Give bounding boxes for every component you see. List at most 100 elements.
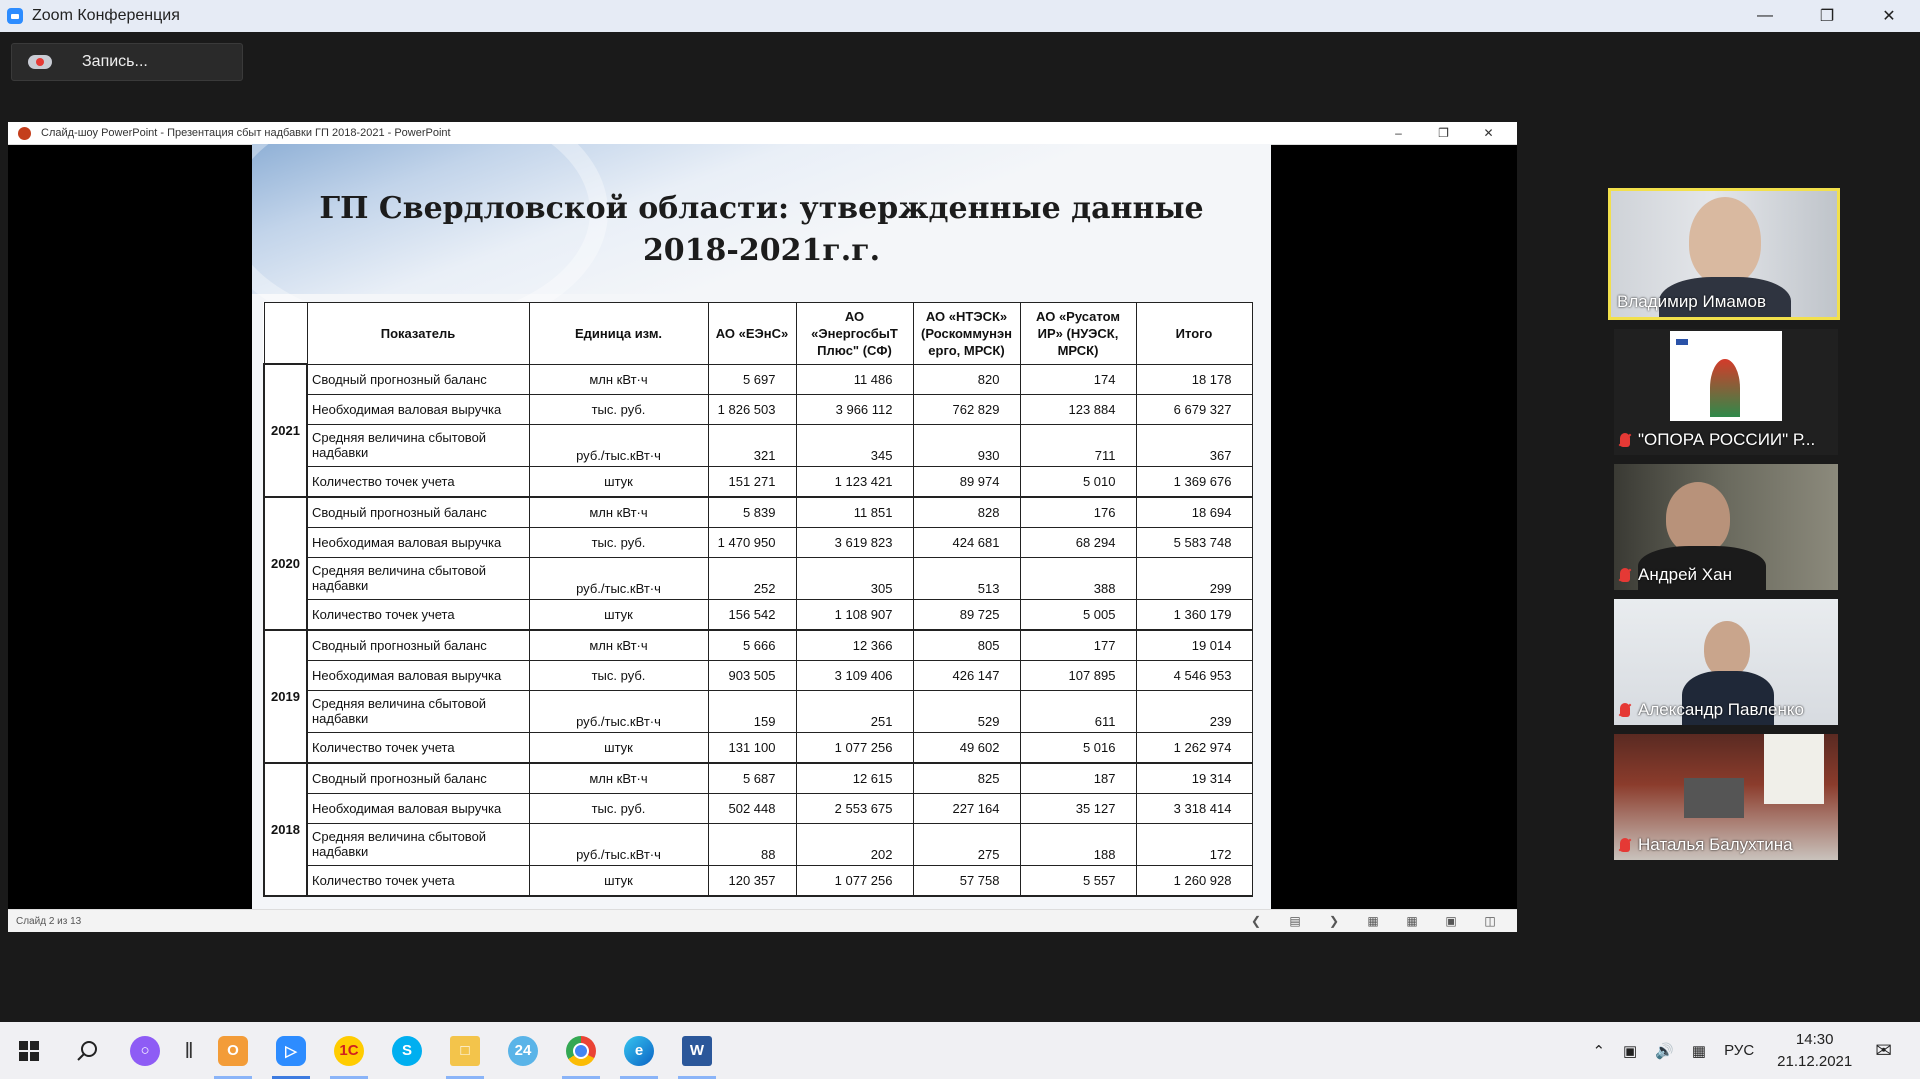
- slide-sorter-icon[interactable]: ▦: [1399, 914, 1425, 928]
- unit-cell: млн кВт·ч: [528, 762, 709, 794]
- participant-tile[interactable]: Наталья Балухтина: [1614, 734, 1838, 860]
- restore-icon[interactable]: ❐: [1796, 0, 1858, 32]
- value-cell: 202: [795, 822, 914, 866]
- unit-cell: штук: [528, 598, 709, 631]
- indicator-cell: Необходимая валовая выручка: [306, 393, 530, 425]
- slide-counter: Слайд 2 из 13: [16, 915, 82, 927]
- powerpoint-icon: [18, 126, 31, 140]
- language-indicator[interactable]: РУС: [1724, 1042, 1754, 1059]
- table-header-row: Показатель Единица изм. АО «ЕЭнС» АО «Эн…: [263, 302, 1253, 365]
- record-label: Запись...: [82, 53, 148, 70]
- value-cell: 321: [707, 423, 797, 467]
- table-row: 2021 Сводный прогнозный баланс млн кВт·ч 5 …: [263, 363, 1253, 498]
- value-cell: 57 758: [912, 864, 1021, 897]
- slideshow-controls: ❮ ▤ ❯ ▦ ▦ ▣ ◫: [1230, 910, 1503, 932]
- start-icon[interactable]: [0, 1022, 58, 1079]
- indicator-cell: Количество точек учета: [306, 598, 530, 631]
- volume-icon[interactable]: 🔊: [1655, 1042, 1674, 1060]
- chrome-icon[interactable]: [552, 1022, 610, 1079]
- system-tray: ⌃ ▣ 🔊 ▦ РУС 14:30 21.12.2021 ✉: [1583, 1022, 1920, 1079]
- minimize-icon[interactable]: —: [1734, 0, 1796, 32]
- ppt-restore-icon[interactable]: ❐: [1421, 122, 1466, 144]
- file-explorer-icon[interactable]: □: [436, 1022, 494, 1079]
- value-cell: 3 966 112: [795, 393, 914, 425]
- unit-cell: руб./тыс.кВт·ч: [528, 689, 709, 733]
- cloud-record-icon: [28, 53, 52, 71]
- unit-cell: млн кВт·ч: [528, 629, 709, 661]
- value-cell: 3 109 406: [795, 659, 914, 691]
- skype-icon[interactable]: S: [378, 1022, 436, 1079]
- value-cell: 187: [1019, 762, 1137, 794]
- 24-icon[interactable]: 24: [494, 1022, 552, 1079]
- table-header: АО «НТЭСК» (Роскоммунэн ерго, МРСК): [912, 302, 1021, 365]
- muted-mic-icon: [1620, 703, 1630, 717]
- normal-view-icon[interactable]: ▦: [1360, 914, 1386, 928]
- value-cell: 426 147: [912, 659, 1021, 691]
- value-cell: 5 010: [1019, 465, 1137, 498]
- table-row: Количество точек учета штук 151 271 1 123 4…: [264, 465, 1253, 498]
- reading-view-icon[interactable]: ▣: [1438, 914, 1464, 928]
- value-cell: 1 260 928: [1135, 864, 1253, 897]
- table-header-year: [263, 302, 308, 365]
- value-cell: 611: [1019, 689, 1137, 733]
- search-icon[interactable]: [58, 1022, 116, 1079]
- ppt-minimize-icon[interactable]: –: [1376, 122, 1421, 144]
- zoom-logo-icon: [7, 8, 23, 24]
- muted-mic-icon: [1620, 433, 1630, 447]
- value-cell: 11 851: [795, 496, 914, 528]
- participant-tile[interactable]: Андрей Хан: [1614, 464, 1838, 590]
- value-cell: 68 294: [1019, 526, 1137, 558]
- outlook-icon[interactable]: O: [204, 1022, 262, 1079]
- year-cell: 2019: [263, 628, 308, 764]
- tray-app-icon[interactable]: ▣: [1623, 1042, 1637, 1060]
- muted-mic-icon: [1620, 838, 1630, 852]
- value-cell: 18 178: [1135, 363, 1253, 395]
- prev-slide-icon[interactable]: ❮: [1243, 914, 1269, 928]
- participant-tile[interactable]: Владимир Имамов: [1608, 188, 1840, 320]
- value-cell: 5 557: [1019, 864, 1137, 897]
- slide-title-line1: ГП Свердловской области: утвержденные да…: [319, 191, 1204, 226]
- value-cell: 1 826 503: [707, 393, 797, 425]
- participant-name: Андрей Хан: [1620, 565, 1732, 585]
- participant-name: Александр Павленко: [1620, 700, 1804, 720]
- table-header: АО «Русатом ИР» (НУЭСК, МРСК): [1019, 302, 1137, 365]
- unit-cell: штук: [528, 864, 709, 897]
- indicator-cell: Количество точек учета: [306, 465, 530, 498]
- alice-icon[interactable]: ○: [116, 1022, 174, 1079]
- value-cell: 825: [912, 762, 1021, 794]
- slideshow-view-icon[interactable]: ◫: [1477, 914, 1503, 928]
- value-cell: 711: [1019, 423, 1137, 467]
- indicator-cell: Количество точек учета: [306, 864, 530, 897]
- network-icon[interactable]: ▦: [1692, 1042, 1706, 1060]
- record-button[interactable]: Запись...: [11, 43, 243, 81]
- indicator-cell: Сводный прогнозный баланс: [306, 762, 530, 794]
- value-cell: 49 602: [912, 731, 1021, 764]
- tray-expand-icon[interactable]: ⌃: [1592, 1042, 1605, 1060]
- value-cell: 502 448: [707, 792, 797, 824]
- value-cell: 89 725: [912, 598, 1021, 631]
- value-cell: 345: [795, 423, 914, 467]
- indicator-cell: Сводный прогнозный баланс: [306, 496, 530, 528]
- notifications-icon[interactable]: ✉: [1875, 1038, 1892, 1063]
- slide-menu-icon[interactable]: ▤: [1282, 914, 1308, 928]
- value-cell: 820: [912, 363, 1021, 395]
- table-row: Средняя величина сбытовой надбавки руб./т…: [264, 822, 1253, 866]
- close-icon[interactable]: ✕: [1858, 0, 1920, 32]
- value-cell: 299: [1135, 556, 1253, 600]
- value-cell: 6 679 327: [1135, 393, 1253, 425]
- participant-tile[interactable]: "ОПОРА РОССИИ" Р...: [1614, 329, 1838, 455]
- value-cell: 5 697: [707, 363, 797, 395]
- ppt-close-icon[interactable]: ✕: [1466, 122, 1511, 144]
- table-row: Средняя величина сбытовой надбавки руб./т…: [264, 689, 1253, 733]
- value-cell: 1 369 676: [1135, 465, 1253, 498]
- indicator-cell: Необходимая валовая выручка: [306, 526, 530, 558]
- clock[interactable]: 14:30 21.12.2021: [1777, 1029, 1852, 1073]
- zoom-icon[interactable]: ▷: [262, 1022, 320, 1079]
- edge-icon[interactable]: e: [610, 1022, 668, 1079]
- 1c-icon[interactable]: 1С: [320, 1022, 378, 1079]
- value-cell: 762 829: [912, 393, 1021, 425]
- participant-tile[interactable]: Александр Павленко: [1614, 599, 1838, 725]
- clock-date: 21.12.2021: [1777, 1052, 1853, 1070]
- next-slide-icon[interactable]: ❯: [1321, 914, 1347, 928]
- word-icon[interactable]: W: [668, 1022, 726, 1079]
